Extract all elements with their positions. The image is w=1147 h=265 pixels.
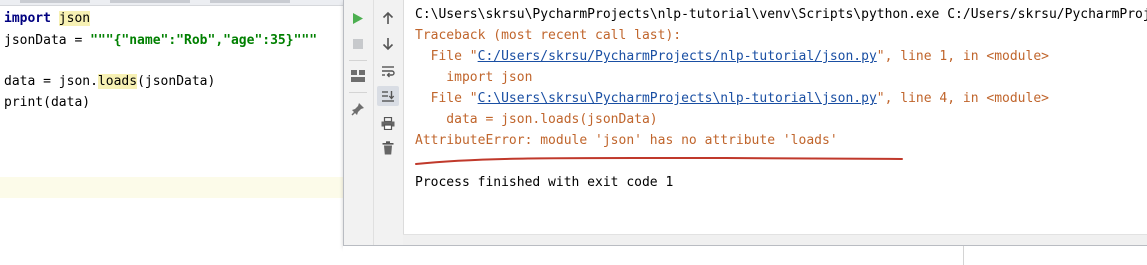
module-name: json xyxy=(58,11,91,26)
soft-wrap-icon xyxy=(382,65,395,77)
layout-icon xyxy=(351,70,365,82)
scroll-to-end-icon xyxy=(382,90,395,102)
traceback-frame-2: File "C:\Users\skrsu\PycharmProjects\nlp… xyxy=(415,88,1049,109)
print-button[interactable] xyxy=(377,113,399,133)
traceback-code-1: import json xyxy=(415,70,533,85)
pin-button[interactable] xyxy=(347,99,369,119)
pin-icon xyxy=(351,103,364,116)
code-suffix: (jsonData) xyxy=(137,74,216,89)
frame-2-suffix: ", line 4, in <module> xyxy=(876,91,1049,106)
print-icon xyxy=(381,116,395,130)
print-call: print(data) xyxy=(4,95,91,110)
run-toolbar-left xyxy=(344,0,374,245)
editor-tab[interactable] xyxy=(110,0,190,3)
code-line-4[interactable]: data = json.loads(jsonData) xyxy=(4,71,215,93)
file-link-2[interactable]: C:\Users\skrsu\PycharmProjects\nlp-tutor… xyxy=(478,91,877,106)
frame-1-prefix: File " xyxy=(415,49,478,64)
variable-assignment: jsonData = xyxy=(4,33,91,48)
scroll-up-button[interactable] xyxy=(377,8,399,28)
traceback-frame-1: File "C:/Users/skrsu/PycharmProjects/nlp… xyxy=(415,46,1049,67)
frame-2-prefix: File " xyxy=(415,91,478,106)
arrow-up-icon xyxy=(382,11,394,24)
editor-tab-strip[interactable] xyxy=(0,0,343,6)
toolbar-separator xyxy=(349,60,367,61)
current-line-highlight xyxy=(0,177,343,198)
code-line-5[interactable]: print(data) xyxy=(4,92,90,114)
red-underline-annotation xyxy=(415,157,903,165)
code-line-1[interactable]: import json xyxy=(4,8,91,30)
layout-button[interactable] xyxy=(347,66,369,86)
frame-1-suffix: ", line 1, in <module> xyxy=(876,49,1049,64)
string-literal: """{"name":"Rob","age":35}""" xyxy=(90,33,318,48)
console-command-line: C:\Users\skrsu\PycharmProjects\nlp-tutor… xyxy=(415,7,1147,22)
traceback-code-2: data = json.loads(jsonData) xyxy=(415,112,658,127)
traceback-header: Traceback (most recent call last): xyxy=(415,28,682,43)
clear-all-button[interactable] xyxy=(377,138,399,158)
code-prefix: data = json. xyxy=(4,74,98,89)
horizontal-scrollbar[interactable] xyxy=(403,234,1147,245)
code-line-2[interactable]: jsonData = """{"name":"Rob","age":35}""" xyxy=(4,30,317,52)
file-link-1[interactable]: C:/Users/skrsu/PycharmProjects/nlp-tutor… xyxy=(478,49,877,64)
error-message: AttributeError: module 'json' has no att… xyxy=(415,133,838,148)
divider xyxy=(963,246,964,265)
keyword-import: import xyxy=(4,11,51,26)
run-toolbar-right xyxy=(374,0,404,245)
run-tool-window: C:\Users\skrsu\PycharmProjects\nlp-tutor… xyxy=(343,0,1147,246)
trash-icon xyxy=(382,141,394,155)
toolbar-separator xyxy=(349,92,367,93)
stop-button[interactable] xyxy=(347,34,369,54)
scroll-down-button[interactable] xyxy=(377,34,399,54)
scroll-to-end-button[interactable] xyxy=(377,86,399,106)
process-exit-message: Process finished with exit code 1 xyxy=(415,175,674,190)
run-icon xyxy=(353,12,363,24)
window-bottom-strip xyxy=(343,246,1147,265)
editor-tab[interactable] xyxy=(210,0,290,3)
function-name: loads xyxy=(97,74,138,89)
stop-icon xyxy=(353,39,363,49)
arrow-down-icon xyxy=(382,38,394,51)
editor-tab[interactable] xyxy=(20,0,90,3)
code-editor[interactable]: import json jsonData = """{"name":"Rob",… xyxy=(0,0,343,265)
run-button[interactable] xyxy=(347,8,369,28)
console-output[interactable]: C:\Users\skrsu\PycharmProjects\nlp-tutor… xyxy=(415,0,1147,245)
soft-wrap-button[interactable] xyxy=(377,61,399,81)
